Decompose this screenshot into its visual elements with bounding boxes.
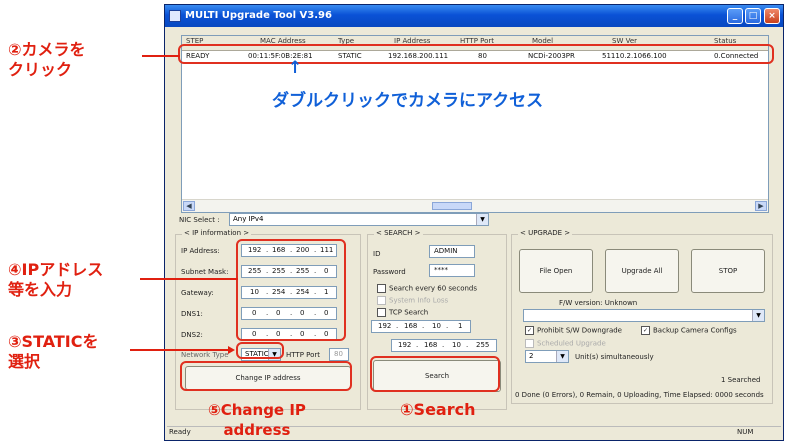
num-lock-indicator: NUM: [737, 428, 754, 436]
chevron-down-icon[interactable]: ▼: [476, 214, 488, 225]
checkbox-icon: [377, 284, 386, 293]
title-bar[interactable]: MULTI Upgrade Tool V3.96 _ □ ×: [165, 5, 783, 27]
dns2-label: DNS2:: [181, 331, 203, 339]
file-open-button[interactable]: File Open: [519, 249, 593, 293]
checkbox-icon: [377, 308, 386, 317]
selected-row-highlight: [178, 44, 774, 64]
nic-select[interactable]: Any IPv4 ▼: [229, 213, 489, 226]
prohibit-downgrade-checkbox[interactable]: ✓ Prohibit S/W Downgrade: [525, 326, 622, 335]
scroll-right-icon[interactable]: ▶: [755, 201, 767, 211]
http-port-label: HTTP Port: [286, 351, 321, 359]
change-ip-highlight: [180, 361, 352, 391]
units-label: Unit(s) simultaneously: [575, 353, 654, 361]
annotation-click-camera: ②カメラを クリック: [8, 40, 86, 79]
click-camera-line: [142, 55, 180, 57]
upgrade-summary: 0 Done (0 Errors), 0 Remain, 0 Uploading…: [515, 391, 764, 399]
checkbox-icon: [377, 296, 386, 305]
upgrade-all-button[interactable]: Upgrade All: [605, 249, 679, 293]
network-type-label: Network Type: [181, 351, 229, 359]
http-port-input[interactable]: 80: [329, 348, 349, 361]
search-button-highlight: [370, 356, 500, 392]
tcp-search-checkbox[interactable]: TCP Search: [377, 308, 428, 317]
fw-version-label: F/W version: Unknown: [559, 299, 638, 307]
stop-button[interactable]: STOP: [691, 249, 765, 293]
upgrade-title: < UPGRADE >: [518, 229, 573, 237]
password-label: Password: [373, 268, 406, 276]
chevron-down-icon[interactable]: ▼: [752, 310, 764, 321]
annotation-change-ip: ⑤Change IP address: [208, 401, 306, 439]
annotation-up-arrow: ↑: [288, 58, 303, 78]
ip-address-label: IP Address:: [181, 247, 220, 255]
ip-fields-highlight: [236, 239, 346, 341]
scroll-thumb[interactable]: [432, 202, 472, 210]
search-start-ip-input[interactable]: 192. 168. 10. 1: [371, 320, 471, 333]
app-icon: [169, 10, 181, 22]
search-end-ip-input[interactable]: 192. 168. 10. 255: [391, 339, 497, 352]
checkmark-icon: ✓: [641, 326, 650, 335]
searched-count: 1 Searched: [721, 376, 761, 384]
minimize-button[interactable]: _: [727, 8, 743, 24]
id-label: ID: [373, 250, 381, 258]
static-arrow-icon: [228, 346, 235, 354]
checkbox-icon: [525, 339, 534, 348]
ip-address-line: [140, 278, 238, 280]
checkmark-icon: ✓: [525, 326, 534, 335]
backup-configs-checkbox[interactable]: ✓ Backup Camera Configs: [641, 326, 737, 335]
annotation-static: ③STATICを 選択: [8, 332, 99, 371]
annotation-ip-address: ④IPアドレス 等を入力: [8, 260, 104, 299]
static-line: [130, 349, 228, 351]
close-button[interactable]: ×: [764, 8, 780, 24]
dns1-label: DNS1:: [181, 310, 203, 318]
password-input[interactable]: ****: [429, 264, 475, 277]
search-every-60-checkbox[interactable]: Search every 60 seconds: [377, 284, 477, 293]
horizontal-scrollbar[interactable]: ◀ ▶: [182, 199, 768, 212]
fw-file-select[interactable]: ▼: [523, 309, 765, 322]
chevron-down-icon[interactable]: ▼: [556, 351, 568, 362]
nic-select-label: NIC Select :: [179, 216, 220, 224]
scroll-left-icon[interactable]: ◀: [183, 201, 195, 211]
ip-information-title: < IP information >: [182, 229, 252, 237]
status-text: Ready: [169, 428, 191, 436]
static-select-highlight: [236, 342, 284, 359]
system-info-loss-checkbox[interactable]: System Info Loss: [377, 296, 448, 305]
subnet-mask-label: Subnet Mask:: [181, 268, 229, 276]
scheduled-upgrade-checkbox[interactable]: Scheduled Upgrade: [525, 339, 606, 348]
gateway-label: Gateway:: [181, 289, 214, 297]
annotation-search: ①Search: [400, 400, 476, 419]
id-input[interactable]: ADMIN: [429, 245, 475, 258]
nic-select-value: Any IPv4: [233, 215, 264, 223]
search-title: < SEARCH >: [374, 229, 423, 237]
units-select[interactable]: 2 ▼: [525, 350, 569, 363]
maximize-button[interactable]: □: [745, 8, 761, 24]
units-value: 2: [529, 352, 534, 360]
window-title: MULTI Upgrade Tool V3.96: [185, 10, 332, 21]
annotation-double-click: ダブルクリックでカメラにアクセス: [272, 91, 544, 111]
